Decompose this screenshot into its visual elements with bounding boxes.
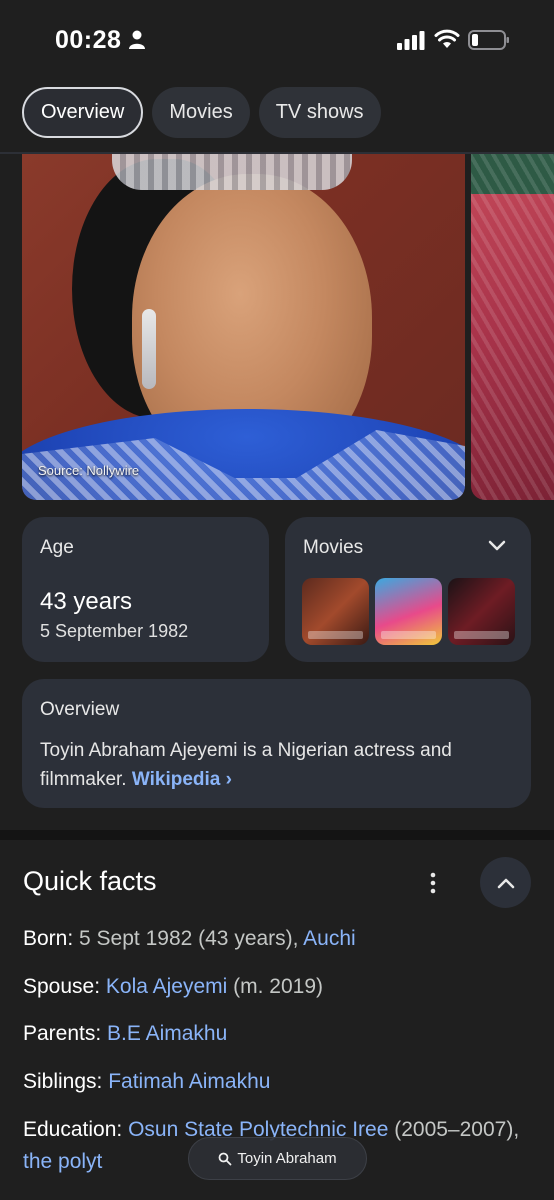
fact-siblings-key: Siblings [23,1070,97,1093]
chevron-up-icon [497,878,514,888]
section-divider [0,830,554,840]
movie-poster[interactable] [448,578,515,645]
fact-siblings: Siblings: Fatimah Aimakhu [23,1070,271,1093]
person-icon [129,30,145,49]
overview-text: Toyin Abraham Ajeyemi is a Nigerian actr… [40,736,510,794]
wifi-icon [434,29,460,48]
fact-born-value: 5 Sept 1982 (43 years), [79,927,304,950]
age-label: Age [40,537,74,558]
collapse-button[interactable] [480,857,531,908]
status-bar: 00:28 [0,0,554,80]
tab-overview[interactable]: Overview [22,87,144,138]
movies-card[interactable]: Movies [285,517,531,662]
tab-tv-shows[interactable]: TV shows [258,87,381,138]
fact-spouse-link[interactable]: Kola Ajeyemi [106,975,227,998]
fact-parents-link[interactable]: B.E Aimakhu [107,1022,227,1045]
secondary-image[interactable] [471,154,554,500]
bottom-search-pill[interactable]: Toyin Abraham [188,1137,367,1180]
bottom-search-label: Toyin Abraham [237,1150,337,1167]
fact-parents-key: Parents [23,1022,96,1045]
fact-spouse: Spouse: Kola Ajeyemi (m. 2019) [23,975,324,998]
hero-image[interactable]: Source: Nollywire [22,154,465,500]
fact-spouse-value: (m. 2019) [227,975,324,998]
signal-icon [397,31,425,50]
fact-born-link[interactable]: Auchi [303,927,356,950]
movie-poster[interactable] [375,578,442,645]
chevron-down-icon[interactable] [487,539,507,553]
birth-date: 5 September 1982 [40,621,189,641]
image-source-label: Source: Nollywire [38,463,140,478]
more-options-icon[interactable] [426,872,440,894]
movies-label: Movies [303,537,364,558]
tab-bar: Overview Movies TV shows [22,87,381,139]
overview-card: Overview Toyin Abraham Ajeyemi is a Nige… [22,679,531,808]
fact-born-key: Born [23,927,68,950]
hero-earring [142,309,156,389]
movie-poster[interactable] [302,578,369,645]
search-icon [218,1152,232,1165]
hero-tiara [112,154,352,190]
overview-description: Toyin Abraham Ajeyemi is a Nigerian actr… [40,740,452,790]
overview-label: Overview [40,699,120,720]
fact-education-key: Education [23,1118,117,1141]
secondary-image-pattern [471,154,554,500]
status-time: 00:28 [55,26,122,54]
wikipedia-link[interactable]: Wikipedia › [132,769,232,790]
fact-education-link-2[interactable]: the polyt [23,1150,102,1173]
fact-parents: Parents: B.E Aimakhu [23,1022,228,1045]
age-value: 43 years [40,588,133,615]
fact-spouse-key: Spouse [23,975,95,998]
fact-born: Born: 5 Sept 1982 (43 years), Auchi [23,927,356,950]
battery-icon [468,30,509,50]
fact-siblings-link[interactable]: Fatimah Aimakhu [108,1070,270,1093]
quick-facts-title: Quick facts [23,866,157,896]
movie-posters [302,578,515,645]
fact-education-value: (2005–2007), [388,1118,520,1141]
tab-movies[interactable]: Movies [152,87,250,138]
